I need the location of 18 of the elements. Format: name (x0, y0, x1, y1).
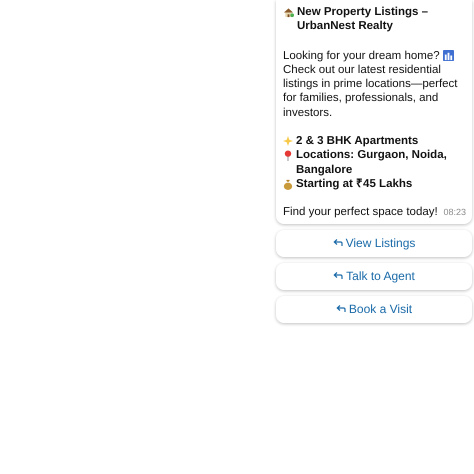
reply-button[interactable]: Talk to Agent (276, 262, 472, 290)
closing-text: Find your perfect space today! (283, 205, 438, 220)
message-time: 08:23 (443, 206, 466, 220)
highlight-text: Starting at ₹45 Lakhs (296, 176, 412, 192)
reply-icon (332, 239, 343, 248)
money-bag-icon (283, 178, 293, 190)
highlight-text: Locations: Gurgaon, Noida, Bangalore (296, 148, 448, 177)
message-text: Check out our latest residential listings in prime locations—perfect for families, professionals, and investors. (283, 64, 458, 119)
reply-icon (336, 305, 346, 314)
highlight-text: 2 & 3 BHK Apartments (296, 134, 418, 148)
house-icon (283, 7, 294, 18)
message-text: Looking for your dream home? (283, 50, 440, 62)
pin-icon (283, 150, 293, 162)
sparkle-icon (283, 136, 293, 146)
reply-icon (333, 272, 344, 280)
reply-button[interactable]: View Listings (276, 230, 472, 257)
reply-button[interactable]: Book a Visit (276, 296, 472, 323)
message-title: New Property Listings – UrbanNest Realty (297, 5, 430, 34)
